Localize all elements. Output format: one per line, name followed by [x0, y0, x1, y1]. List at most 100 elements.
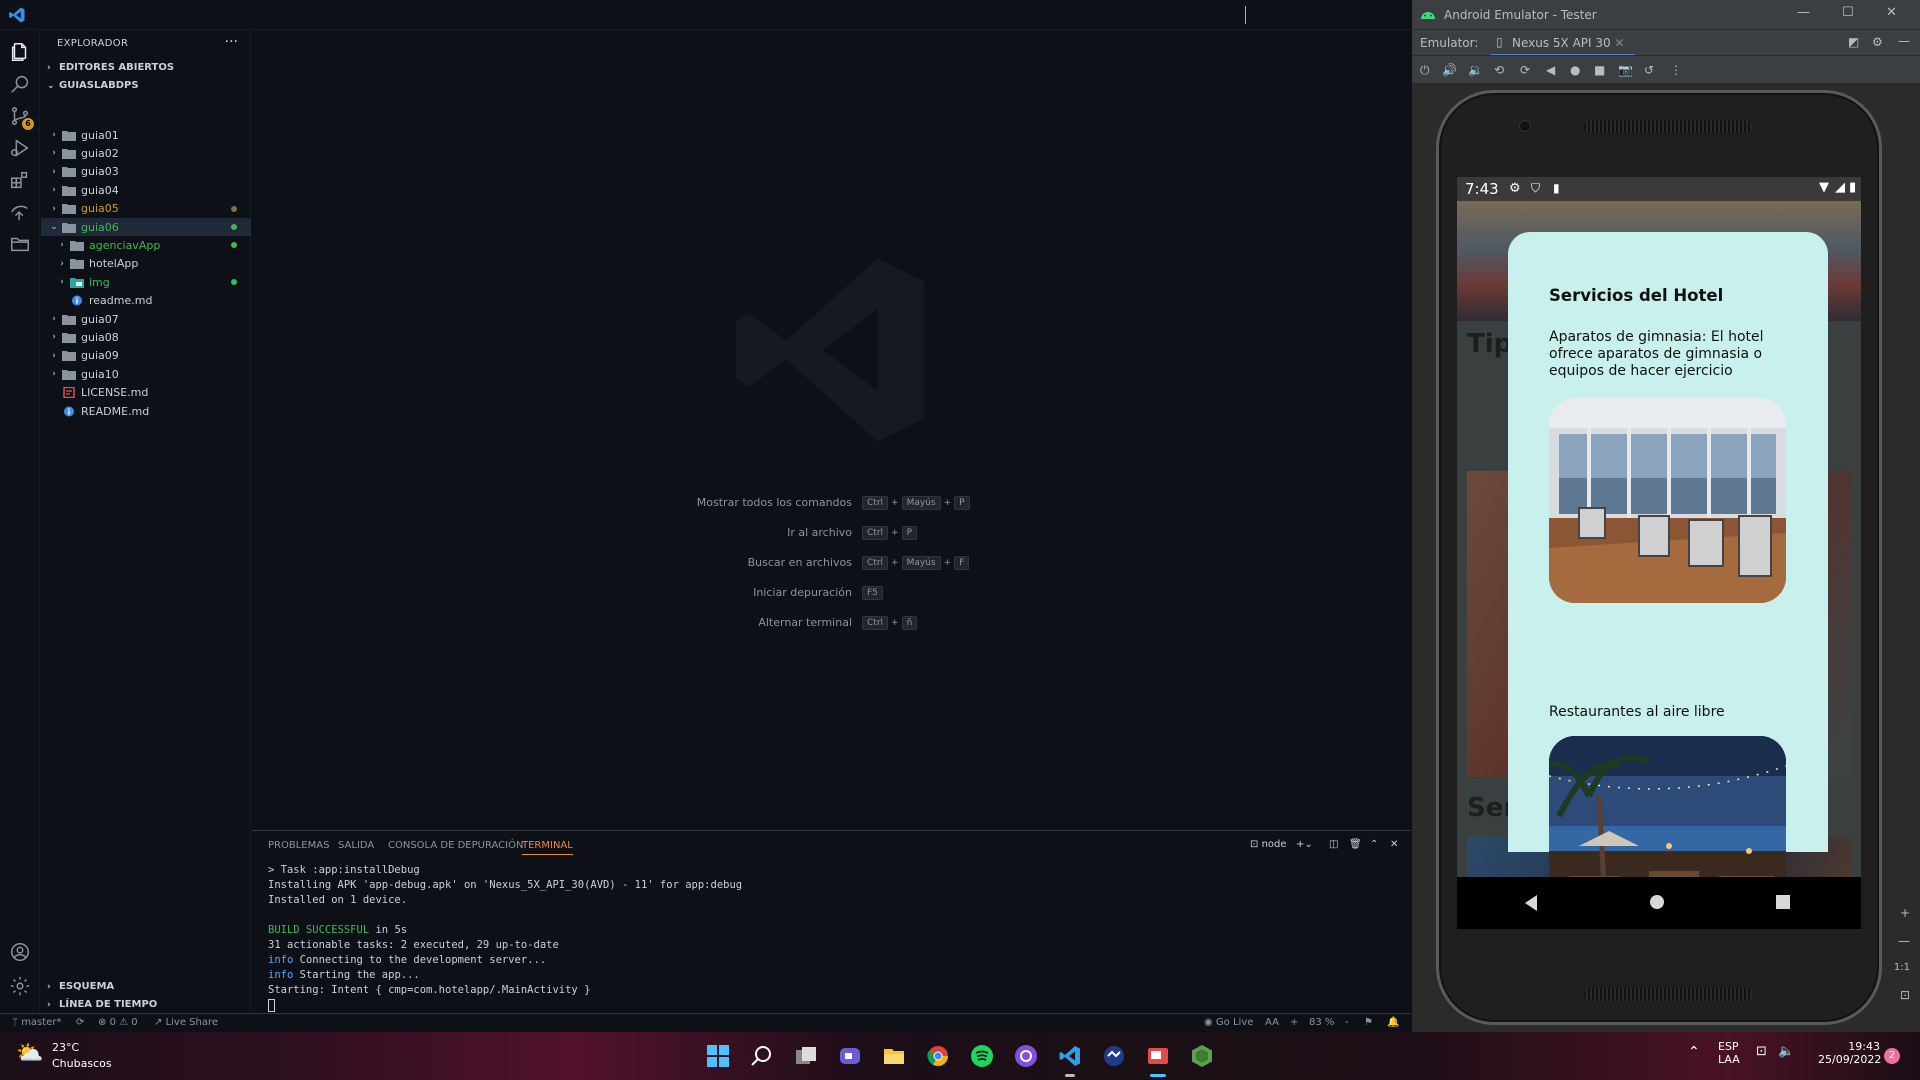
font-size-indicator[interactable]: AA [1265, 1017, 1279, 1028]
tree-item[interactable]: readme.md [41, 292, 251, 310]
tree-item[interactable]: › guia04 [41, 181, 251, 199]
volume-up-icon[interactable]: 🔊 [1442, 63, 1457, 77]
minimize-icon[interactable]: — [1797, 5, 1810, 20]
tree-item[interactable]: › guia01 [41, 126, 251, 144]
clock-date[interactable]: 19:43 25/09/2022 [1818, 1040, 1881, 1066]
network-icon[interactable]: ⊡ [1756, 1044, 1767, 1059]
nodejs-icon[interactable] [1188, 1042, 1216, 1070]
zoom-in-icon[interactable]: + [1900, 906, 1910, 920]
extensions-icon[interactable] [8, 168, 32, 192]
emulator-settings-icon[interactable]: ⚙ [1872, 35, 1883, 49]
snipping-tool-icon[interactable] [1144, 1042, 1172, 1077]
live-share-button[interactable]: ↗ Live Share [154, 1017, 218, 1028]
taskbar-search-icon[interactable] [748, 1042, 776, 1070]
zoom-out-icon[interactable]: — [1898, 934, 1910, 948]
nav-home-icon[interactable] [1649, 894, 1665, 910]
tree-item[interactable]: › agenciavApp [41, 236, 251, 254]
tree-item[interactable]: LICENSE.md [41, 384, 251, 402]
nav-recents-icon[interactable] [1775, 894, 1791, 910]
settings-gear-icon[interactable] [8, 974, 32, 998]
volume-icon[interactable]: 🔈 [1778, 1044, 1794, 1059]
tab-problems[interactable]: PROBLEMAS [268, 840, 329, 851]
feedback-icon[interactable]: ⚑ [1364, 1017, 1373, 1028]
close-window-icon[interactable]: ✕ [1886, 5, 1897, 20]
shortcut-row[interactable]: Buscar en archivos [252, 556, 852, 572]
fit-screen-icon[interactable]: ⊡ [1900, 988, 1910, 1002]
rotate-left-icon[interactable]: ⟲ [1494, 63, 1504, 77]
hide-panel-icon[interactable]: — [1898, 34, 1910, 48]
overview-icon[interactable]: ■ [1594, 63, 1605, 77]
split-terminal-icon[interactable]: ◫ [1329, 839, 1338, 850]
teams-chat-icon[interactable] [836, 1042, 864, 1070]
zoom-ratio[interactable]: 1:1 [1894, 962, 1910, 973]
tab-terminal[interactable]: TERMINAL [522, 840, 573, 855]
tree-item[interactable]: › img [41, 273, 251, 291]
app-icon-blue[interactable] [1100, 1042, 1128, 1070]
workspace-header[interactable]: ⌄ GUIASLABDPS [47, 80, 139, 91]
more-options-icon[interactable]: ⋮ [1670, 63, 1682, 77]
terminal-output[interactable]: > Task :app:installDebug Installing APK '… [268, 863, 742, 1013]
tree-item[interactable]: › guia10 [41, 365, 251, 383]
shortcut-row[interactable]: Iniciar depuración [252, 586, 852, 602]
vscode-taskbar-icon[interactable] [1056, 1042, 1084, 1077]
start-menu-icon[interactable] [704, 1042, 732, 1070]
accounts-icon[interactable] [8, 940, 32, 964]
more-actions-icon[interactable]: ··· [225, 34, 238, 50]
tree-item[interactable]: › guia05 [41, 200, 251, 218]
tree-item[interactable]: › guia07 [41, 310, 251, 328]
screenshot-icon[interactable]: 📷 [1618, 63, 1633, 77]
notifications-bell-icon[interactable]: 🔔 [1387, 1017, 1399, 1028]
open-editors-header[interactable]: › EDITORES ABIERTOS [47, 62, 174, 73]
spotify-icon[interactable] [968, 1042, 996, 1070]
tree-item[interactable]: README.md [41, 402, 251, 420]
timeline-header[interactable]: › LÍNEA DE TIEMPO [47, 999, 157, 1010]
tab-nexus-5x[interactable]: ▯ Nexus 5X API 30 ✕ [1490, 30, 1635, 56]
shortcut-row[interactable]: Ir al archivo [252, 526, 852, 542]
terminal-selector[interactable]: ⊡ node [1250, 839, 1287, 850]
chrome-icon[interactable] [924, 1042, 952, 1070]
tab-output[interactable]: SALIDA [338, 840, 374, 851]
source-control-icon[interactable]: 6 [8, 104, 34, 130]
zoom-out-icon[interactable]: - [1345, 1017, 1349, 1028]
home-icon[interactable]: ● [1570, 63, 1580, 77]
tree-item[interactable]: › guia02 [41, 144, 251, 162]
project-manager-icon[interactable] [8, 232, 32, 256]
search-icon[interactable] [8, 72, 32, 96]
tree-item[interactable]: ⌄ guia06 [41, 218, 251, 236]
shortcut-row[interactable]: Mostrar todos los comandos [252, 496, 852, 512]
github-desktop-icon[interactable] [1012, 1042, 1040, 1070]
tray-expand-icon[interactable]: ⌃ [1688, 1044, 1700, 1060]
language-indicator[interactable]: ESP LAA [1718, 1040, 1740, 1066]
maximize-icon[interactable]: ☐ [1842, 5, 1854, 20]
kill-terminal-icon[interactable]: 🗑 [1349, 839, 1362, 850]
rotate-right-icon[interactable]: ⟳ [1520, 63, 1530, 77]
tree-item[interactable]: › guia09 [41, 347, 251, 365]
task-view-icon[interactable] [792, 1042, 820, 1070]
close-panel-icon[interactable]: ✕ [1390, 839, 1398, 850]
problems-indicator[interactable]: ⊗ 0 ⚠ 0 [98, 1017, 138, 1028]
back-icon[interactable]: ◀ [1546, 63, 1555, 77]
window-mode-icon[interactable]: ◩ [1848, 35, 1859, 49]
file-explorer-icon[interactable] [880, 1042, 908, 1070]
tree-item[interactable]: › hotelApp [41, 255, 251, 273]
go-live-button[interactable]: ◉ Go Live [1204, 1017, 1253, 1028]
nav-back-icon[interactable] [1523, 894, 1539, 912]
zoom-in-icon[interactable]: + [1290, 1017, 1298, 1028]
new-terminal-icon[interactable]: +⌄ [1296, 839, 1313, 850]
tree-item[interactable]: › guia08 [41, 328, 251, 346]
explorer-icon[interactable] [8, 40, 32, 64]
branch-indicator[interactable]: ᛘ master* [12, 1017, 61, 1028]
zoom-level[interactable]: 83 % [1309, 1017, 1334, 1028]
remote-explorer-icon[interactable] [8, 200, 32, 224]
run-debug-icon[interactable] [8, 136, 32, 160]
tree-item[interactable]: › guia03 [41, 163, 251, 181]
phone-screen[interactable]: Tipo Ser 7:43 ⚙ ⛉ ▮ ▼ ◢ ▮ Servicios del … [1457, 177, 1861, 929]
notification-badge[interactable]: 2 [1884, 1048, 1900, 1064]
sync-icon[interactable]: ⟳ [76, 1017, 84, 1028]
tab-debug-console[interactable]: CONSOLA DE DEPURACIÓN [388, 840, 523, 851]
maximize-panel-icon[interactable]: ⌃ [1370, 839, 1378, 850]
close-tab-icon[interactable]: ✕ [1615, 36, 1625, 50]
snapshot-icon[interactable]: ↺ [1644, 63, 1654, 77]
outline-header[interactable]: › ESQUEMA [47, 981, 114, 992]
power-icon[interactable]: ⏻ [1420, 63, 1430, 78]
